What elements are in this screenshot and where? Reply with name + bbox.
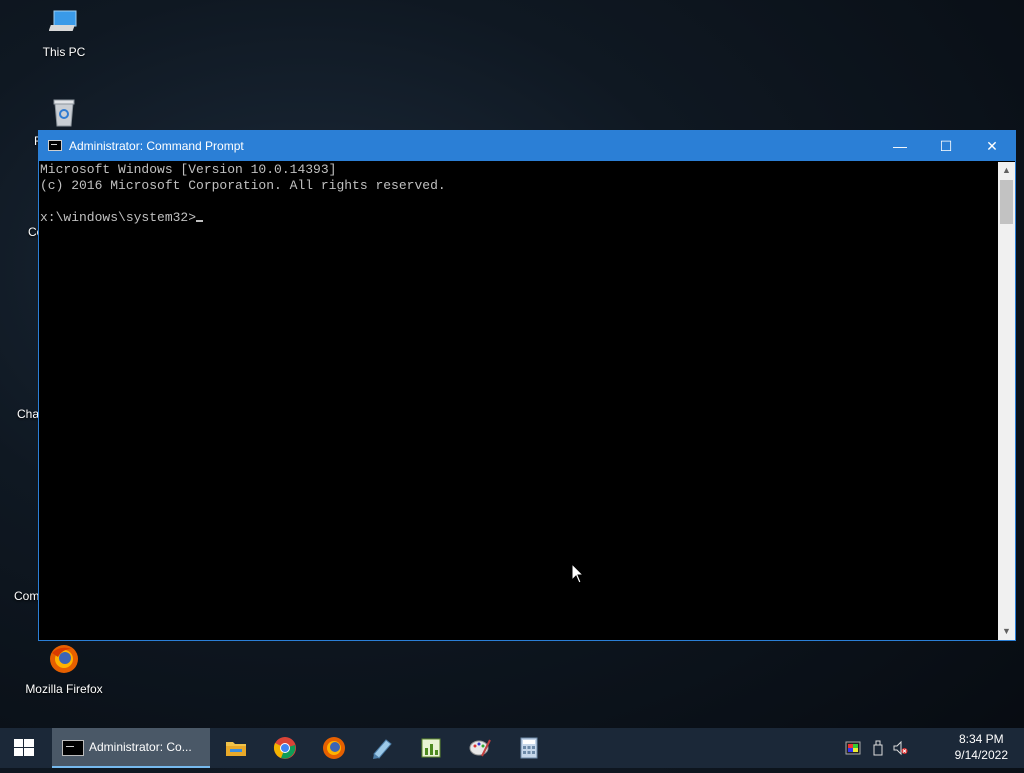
- notepad-pen-icon[interactable]: [370, 736, 394, 760]
- taskbar-item-label: Administrator: Co...: [89, 740, 192, 754]
- console-prompt-line: x:\windows\system32>: [40, 210, 999, 226]
- scroll-down-arrow-icon[interactable]: ▼: [998, 623, 1015, 640]
- recycle-bin-icon: [24, 98, 104, 131]
- calculator-icon[interactable]: [517, 736, 541, 760]
- console-prompt: x:\windows\system32>: [40, 210, 197, 225]
- windows-logo-icon: [14, 739, 34, 756]
- firefox-icon: [24, 643, 104, 678]
- command-prompt-icon: [48, 140, 62, 151]
- start-button[interactable]: [0, 728, 48, 768]
- desktop-icon-firefox[interactable]: Mozilla Firefox: [24, 643, 104, 696]
- clock-date: 9/14/2022: [954, 748, 1008, 762]
- console-line: (c) 2016 Microsoft Corporation. All righ…: [40, 178, 446, 193]
- desktop-icon-label: This PC: [42, 45, 86, 59]
- taskbar: Administrator: Co... 8:34 PM 9/14/2022: [0, 728, 1024, 768]
- scroll-thumb[interactable]: [1000, 180, 1013, 224]
- this-pc-icon: [24, 8, 104, 41]
- taskbar-item-command-prompt[interactable]: Administrator: Co...: [52, 728, 210, 768]
- window-titlebar[interactable]: Administrator: Command Prompt — ☐ ✕: [39, 131, 1015, 161]
- desktop-icon-this-pc[interactable]: This PC: [24, 8, 104, 59]
- console-output[interactable]: Microsoft Windows [Version 10.0.14393] (c…: [39, 162, 999, 640]
- window-title: Administrator: Command Prompt: [69, 139, 244, 153]
- chrome-icon[interactable]: [273, 736, 297, 760]
- desktop-icon-label: Mozilla Firefox: [25, 682, 103, 696]
- color-icon[interactable]: [845, 740, 861, 756]
- spreadsheet-editor-icon[interactable]: [419, 736, 443, 760]
- mouse-pointer-icon: [571, 562, 585, 590]
- volume-muted-icon[interactable]: [892, 740, 908, 756]
- clock-time: 8:34 PM: [958, 732, 1004, 746]
- taskbar-clock[interactable]: 8:34 PM 9/14/2022: [955, 731, 1008, 763]
- desktop-partial-label: Cha: [17, 407, 40, 421]
- command-prompt-window[interactable]: Administrator: Command Prompt — ☐ ✕ Micr…: [38, 130, 1016, 641]
- file-explorer-icon[interactable]: [224, 736, 248, 760]
- console-line: Microsoft Windows [Version 10.0.14393]: [40, 162, 337, 177]
- minimize-button[interactable]: —: [877, 131, 923, 161]
- command-prompt-icon: [62, 740, 84, 756]
- vertical-scrollbar[interactable]: ▲ ▼: [998, 162, 1015, 640]
- scroll-up-arrow-icon[interactable]: ▲: [998, 162, 1015, 179]
- close-button[interactable]: ✕: [969, 131, 1015, 161]
- text-cursor: [196, 220, 204, 222]
- maximize-button[interactable]: ☐: [923, 131, 969, 161]
- usb-drive-icon[interactable]: [870, 740, 886, 756]
- desktop-partial-label: Com: [14, 589, 40, 603]
- firefox-icon[interactable]: [322, 736, 346, 760]
- paint-icon[interactable]: [468, 736, 492, 760]
